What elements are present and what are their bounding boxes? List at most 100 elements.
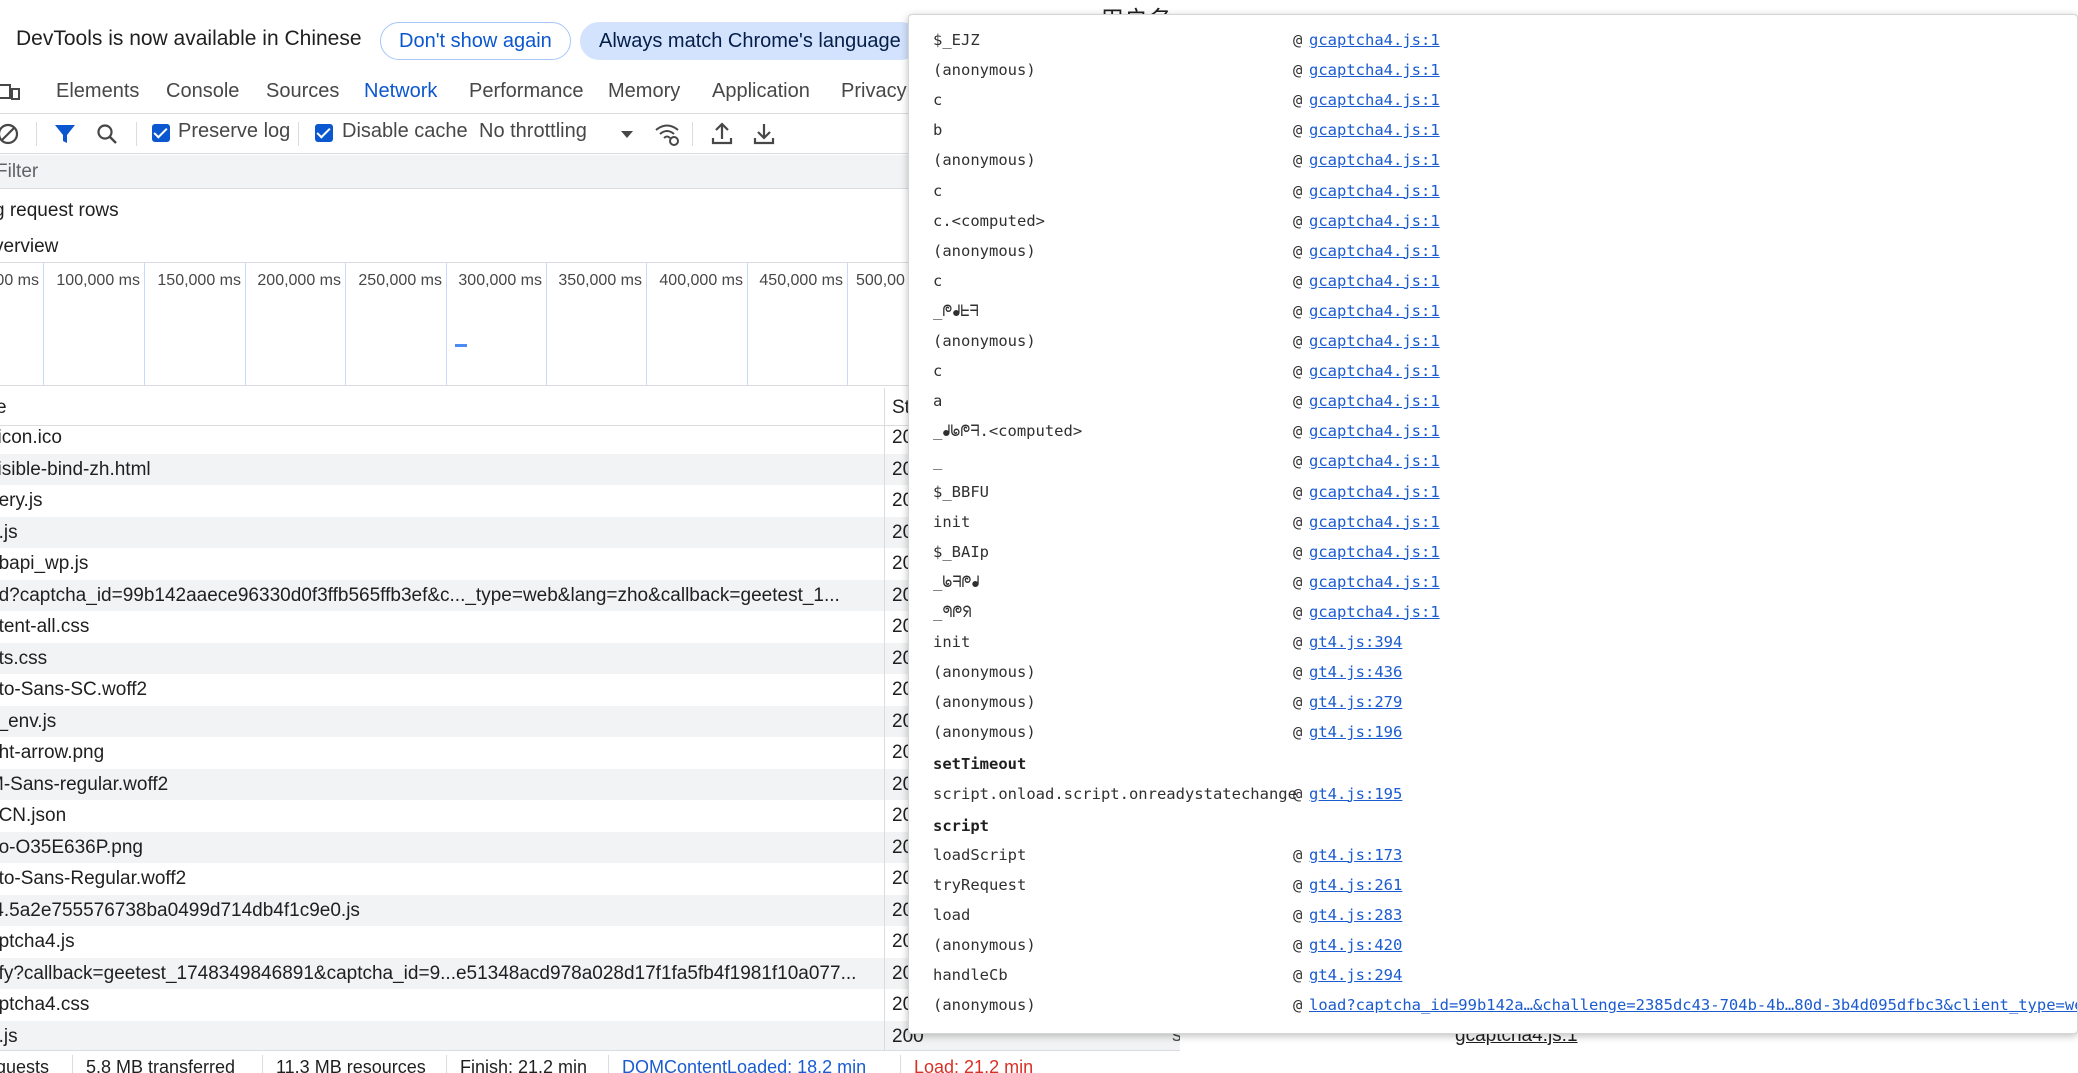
stack-frame: $_BBFU @ gcaptcha4.js:1 <box>933 483 2077 513</box>
stack-frame: $_BAIp @ gcaptcha4.js:1 <box>933 543 2077 573</box>
source-link[interactable]: gcaptcha4.js:1 <box>1309 573 1440 591</box>
stack-frame: (anonymous) @ gcaptcha4.js:1 <box>933 151 2077 181</box>
chevron-down-icon[interactable] <box>620 130 634 140</box>
request-name: ntent-all.css <box>0 616 90 637</box>
source-link[interactable]: gcaptcha4.js:1 <box>1309 543 1440 561</box>
always-match-language-button[interactable]: Always match Chrome's language <box>580 22 920 60</box>
search-icon[interactable] <box>96 122 118 146</box>
source-link[interactable]: gt4.js:436 <box>1309 663 1402 681</box>
source-link[interactable]: gcaptcha4.js:1 <box>1309 452 1440 470</box>
disable-cache-checkbox[interactable] <box>315 124 333 142</box>
stack-frame: c @ gcaptcha4.js:1 <box>933 182 2077 212</box>
source-link[interactable]: gcaptcha4.js:1 <box>1309 242 1440 260</box>
stack-frame: c.<computed> @ gcaptcha4.js:1 <box>933 212 2077 242</box>
infobar-message: DevTools is now available in Chinese <box>16 27 362 50</box>
source-link[interactable]: gcaptcha4.js:1 <box>1309 212 1440 230</box>
source-link[interactable]: gcaptcha4.js:1 <box>1309 302 1440 320</box>
overview-option[interactable]: verview <box>0 236 58 258</box>
request-name: abapi_wp.js <box>0 553 89 574</box>
source-link[interactable]: gt4.js:196 <box>1309 723 1402 741</box>
timeline-tick: 00 ms <box>0 263 44 385</box>
disable-cache-label: Disable cache <box>342 120 468 142</box>
source-link[interactable]: gt4.js:394 <box>1309 633 1402 651</box>
preserve-log-checkbox[interactable] <box>152 124 170 142</box>
source-link[interactable]: gcaptcha4.js:1 <box>1309 121 1440 139</box>
stack-frame: (anonymous) @ gcaptcha4.js:1 <box>933 332 2077 362</box>
request-name: vicon.ico <box>0 427 62 448</box>
request-name: _CN.json <box>0 805 67 826</box>
tab-performance[interactable]: Performance <box>469 80 584 103</box>
source-link[interactable]: gcaptcha4.js:1 <box>1309 61 1440 79</box>
source-link[interactable]: gcaptcha4.js:1 <box>1309 151 1440 169</box>
tab-console[interactable]: Console <box>166 80 239 103</box>
stack-frame: init @ gcaptcha4.js:1 <box>933 512 2077 543</box>
stack-frame: (anonymous) @ gt4.js:196 <box>933 723 2077 753</box>
source-link[interactable]: gt4.js:283 <box>1309 906 1402 924</box>
source-link[interactable]: gt4.js:195 <box>1309 785 1402 803</box>
source-link[interactable]: gt4.js:173 <box>1309 846 1402 864</box>
at-symbol: @ <box>1293 91 1303 110</box>
function-name: load <box>933 905 971 924</box>
at-symbol: @ <box>1293 512 1303 531</box>
source-link[interactable]: gcaptcha4.js:1 <box>1309 332 1440 350</box>
transferred-size: 5.8 MB transferred <box>86 1057 236 1073</box>
tab-memory[interactable]: Memory <box>608 80 680 103</box>
tab-network[interactable]: Network <box>355 80 446 117</box>
source-link[interactable]: gt4.js:261 <box>1309 876 1402 894</box>
big-request-rows-option[interactable]: g request rows <box>0 200 119 222</box>
source-link[interactable]: gcaptcha4.js:1 <box>1309 392 1440 410</box>
source-link[interactable]: load?captcha_id=99b142a…&challenge=2385d… <box>1309 996 2077 1014</box>
at-symbol: @ <box>1293 572 1303 591</box>
network-conditions-icon[interactable] <box>654 121 680 147</box>
source-link[interactable]: gt4.js:294 <box>1309 966 1402 984</box>
function-name: _ᖘᖱᖶᖷ <box>933 301 979 320</box>
source-link[interactable]: gcaptcha4.js:1 <box>1309 182 1440 200</box>
request-name: s_env.js <box>0 710 57 732</box>
stack-frame: tryRequest @ gt4.js:261 <box>933 875 2077 906</box>
function-name: tryRequest <box>933 875 1027 894</box>
source-link[interactable]: gcaptcha4.js:1 <box>1309 31 1440 49</box>
function-name: (anonymous) <box>933 693 1036 712</box>
filter-icon[interactable] <box>54 122 76 146</box>
async-section-header: script <box>933 816 989 835</box>
dont-show-again-button[interactable]: Don't show again <box>380 22 571 60</box>
stack-frame: (anonymous) @ gt4.js:279 <box>933 693 2077 723</box>
source-link[interactable]: gt4.js:279 <box>1309 693 1402 711</box>
clear-icon[interactable] <box>0 122 20 146</box>
at-symbol: @ <box>1293 663 1303 682</box>
tab-sources[interactable]: Sources <box>266 80 339 103</box>
request-name: aptcha4.js <box>0 931 75 952</box>
function-name: _ᖱᖚᖘᖷ.<computed> <box>933 422 1083 441</box>
column-name-header[interactable]: e <box>0 397 7 419</box>
device-toolbar-icon[interactable] <box>0 82 22 102</box>
source-link[interactable]: gcaptcha4.js:1 <box>1309 483 1440 501</box>
source-link[interactable]: gcaptcha4.js:1 <box>1309 91 1440 109</box>
source-link[interactable]: gcaptcha4.js:1 <box>1309 603 1440 621</box>
at-symbol: @ <box>1293 875 1303 894</box>
source-link[interactable]: gcaptcha4.js:1 <box>1309 422 1440 440</box>
request-name: t4.5a2e755576738ba0499d714db4f1c9e0.js <box>0 899 360 921</box>
tab-elements[interactable]: Elements <box>56 80 139 103</box>
request-name: oto-Sans-Regular.woff2 <box>0 868 187 889</box>
tab-privacy[interactable]: Privacy <box>841 80 907 103</box>
source-link[interactable]: gcaptcha4.js:1 <box>1309 362 1440 380</box>
at-symbol: @ <box>1293 602 1303 621</box>
export-har-icon[interactable] <box>752 121 776 147</box>
tab-application[interactable]: Application <box>712 80 810 103</box>
import-har-icon[interactable] <box>710 121 734 147</box>
source-link[interactable]: gcaptcha4.js:1 <box>1309 513 1440 531</box>
function-name: _ᖚᖷᖘᖱ <box>933 572 980 591</box>
function-name: (anonymous) <box>933 936 1036 954</box>
stack-frame: (anonymous) @ gcaptcha4.js:1 <box>933 61 2077 91</box>
throttling-select[interactable]: No throttling <box>479 120 587 143</box>
source-link[interactable]: gt4.js:420 <box>1309 936 1402 954</box>
at-symbol: @ <box>1293 784 1303 803</box>
stack-frame: _ᖘᖱᖶᖷ @ gcaptcha4.js:1 <box>933 301 2077 332</box>
stack-frame: c @ gcaptcha4.js:1 <box>933 91 2077 121</box>
stack-frame: handleCb @ gt4.js:294 <box>933 966 2077 996</box>
timeline-tick: 250,000 ms <box>346 263 447 385</box>
function-name: c <box>933 362 943 381</box>
source-link[interactable]: gcaptcha4.js:1 <box>1309 272 1440 290</box>
at-symbol: @ <box>1293 332 1303 350</box>
function-name: c <box>933 271 943 290</box>
